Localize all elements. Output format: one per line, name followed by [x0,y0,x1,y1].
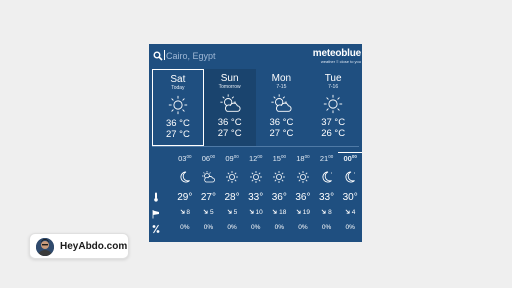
avatar [36,238,54,256]
weather-widget: Cairo, Egypt meteoblue weather ≡ close t… [149,44,362,242]
hour-temp: 33° [248,192,264,203]
day-max-temp: 37 °C [321,117,346,128]
day-min-temp: 27 °C [165,129,190,140]
wind-cell: 8 [173,209,197,219]
moon-icon [322,171,332,183]
sun-icon [168,95,188,115]
precip-cell: 0% [274,224,285,231]
brand-tagline: weather ≡ close to you [320,59,361,64]
day-name: Tue [324,73,342,84]
wind-cell: 10 [244,209,268,219]
sun-icon [249,171,262,183]
search-bar[interactable]: Cairo, Egypt meteoblue weather ≡ close t… [149,44,362,68]
author-card[interactable]: HeyAbdo.com [29,233,129,259]
hour-cell: 1200 [249,154,263,163]
day-tab-sat[interactable]: Sat Today 36 °C 27 °C [152,69,204,146]
hour-cell: 0900 [225,154,239,163]
moon-icon [345,171,356,183]
search-icon [153,51,163,61]
day-name: Mon [271,73,292,84]
sun-cloud-icon [202,171,216,183]
meteoblue-logo[interactable]: meteoblue weather ≡ close to you [297,48,361,65]
wind-cell: 5 [197,209,221,219]
precip-cell: 0% [180,224,190,231]
wind-arrow-icon [203,209,208,214]
wind-cell: 5 [220,209,244,219]
hour-cell: 0300 [178,154,192,163]
wind-cell: 18 [268,209,292,219]
day-min-temp: 27 °C [217,128,242,139]
hour-temp: 29° [177,192,193,203]
day-min-temp: 26 °C [321,128,346,139]
percent-icon [152,224,160,234]
sun-icon [296,171,309,183]
hour-temp: 36° [271,192,287,203]
day-tab-tue[interactable]: Tue 7-16 37 °C 26 °C [307,69,359,146]
precip-cell: 0% [250,224,261,231]
precip-cell: 0% [203,224,214,231]
hour-cell: 0600 [201,154,216,163]
wind-cell: 19 [291,209,315,219]
sun-icon [273,171,286,183]
hour-icon-row [173,170,362,186]
day-subtitle: 7-15 [276,84,287,90]
wind-arrow-icon [180,209,185,214]
day-max-temp: 36 °C [269,117,294,128]
precip-cell: 0% [227,224,237,231]
precipitation-row: 0% 0% 0% 0% 0% 0% 0% 0% [173,224,362,234]
search-input[interactable]: Cairo, Egypt [164,49,284,63]
sun-icon [226,171,239,183]
hour-temp: 28° [224,192,240,203]
wind-arrow-icon [296,209,301,214]
windsock-icon [152,210,159,219]
wind-arrow-icon [345,209,350,214]
moon-icon [180,171,190,183]
sun-cloud-icon [271,94,292,112]
wind-row: 8 5 5 10 18 19 8 4 [173,209,362,219]
precip-cell: 0% [345,224,355,231]
day-tab-sun[interactable]: Sun Tomorrow 36 °C 27 °C [203,69,256,146]
daily-forecast: Sat Today 36 °C 27 °C Sun Tomorrow 36 °C… [152,69,359,146]
day-min-temp: 27 °C [269,128,294,139]
brand-name: meteoblue [312,48,361,59]
wind-arrow-icon [321,209,326,214]
day-tab-mon[interactable]: Mon 7-15 36 °C 27 °C [256,69,308,146]
hour-row: 0300 0600 0900 1200 1500 1800 2100 0000 [173,152,362,166]
hour-temp: 36° [295,192,311,203]
thermometer-icon [154,192,158,202]
hour-cell: 2100 [319,154,334,163]
hour-temp: 30° [342,192,358,203]
day-subtitle: Tomorrow [218,84,241,90]
day-max-temp: 36 °C [217,117,242,128]
day-subtitle: 7-16 [328,84,339,90]
hour-cell: 1500 [272,154,286,163]
hour-temp: 33° [319,192,335,203]
day-name: Sun [220,73,239,84]
author-name: HeyAbdo.com [60,241,128,252]
day-max-temp: 36 °C [165,118,190,129]
wind-arrow-icon [249,209,254,214]
precip-cell: 0% [321,224,332,231]
wind-cell: 4 [338,209,362,219]
day-subtitle: Today [171,85,185,91]
precip-cell: 0% [298,224,308,231]
hour-cell-current: 0000 [338,152,362,166]
hour-cell: 1800 [296,154,310,163]
sun-cloud-icon [220,94,241,112]
day-name: Sat [170,74,186,85]
wind-arrow-icon [227,209,232,214]
wind-arrow-icon [272,209,277,214]
wind-cell: 8 [315,209,339,219]
hour-temp: 27° [200,192,216,203]
divider [152,146,359,147]
sun-icon [323,94,343,114]
temperature-row: 29° 27° 28° 33° 36° 36° 33° 30° [173,192,362,204]
